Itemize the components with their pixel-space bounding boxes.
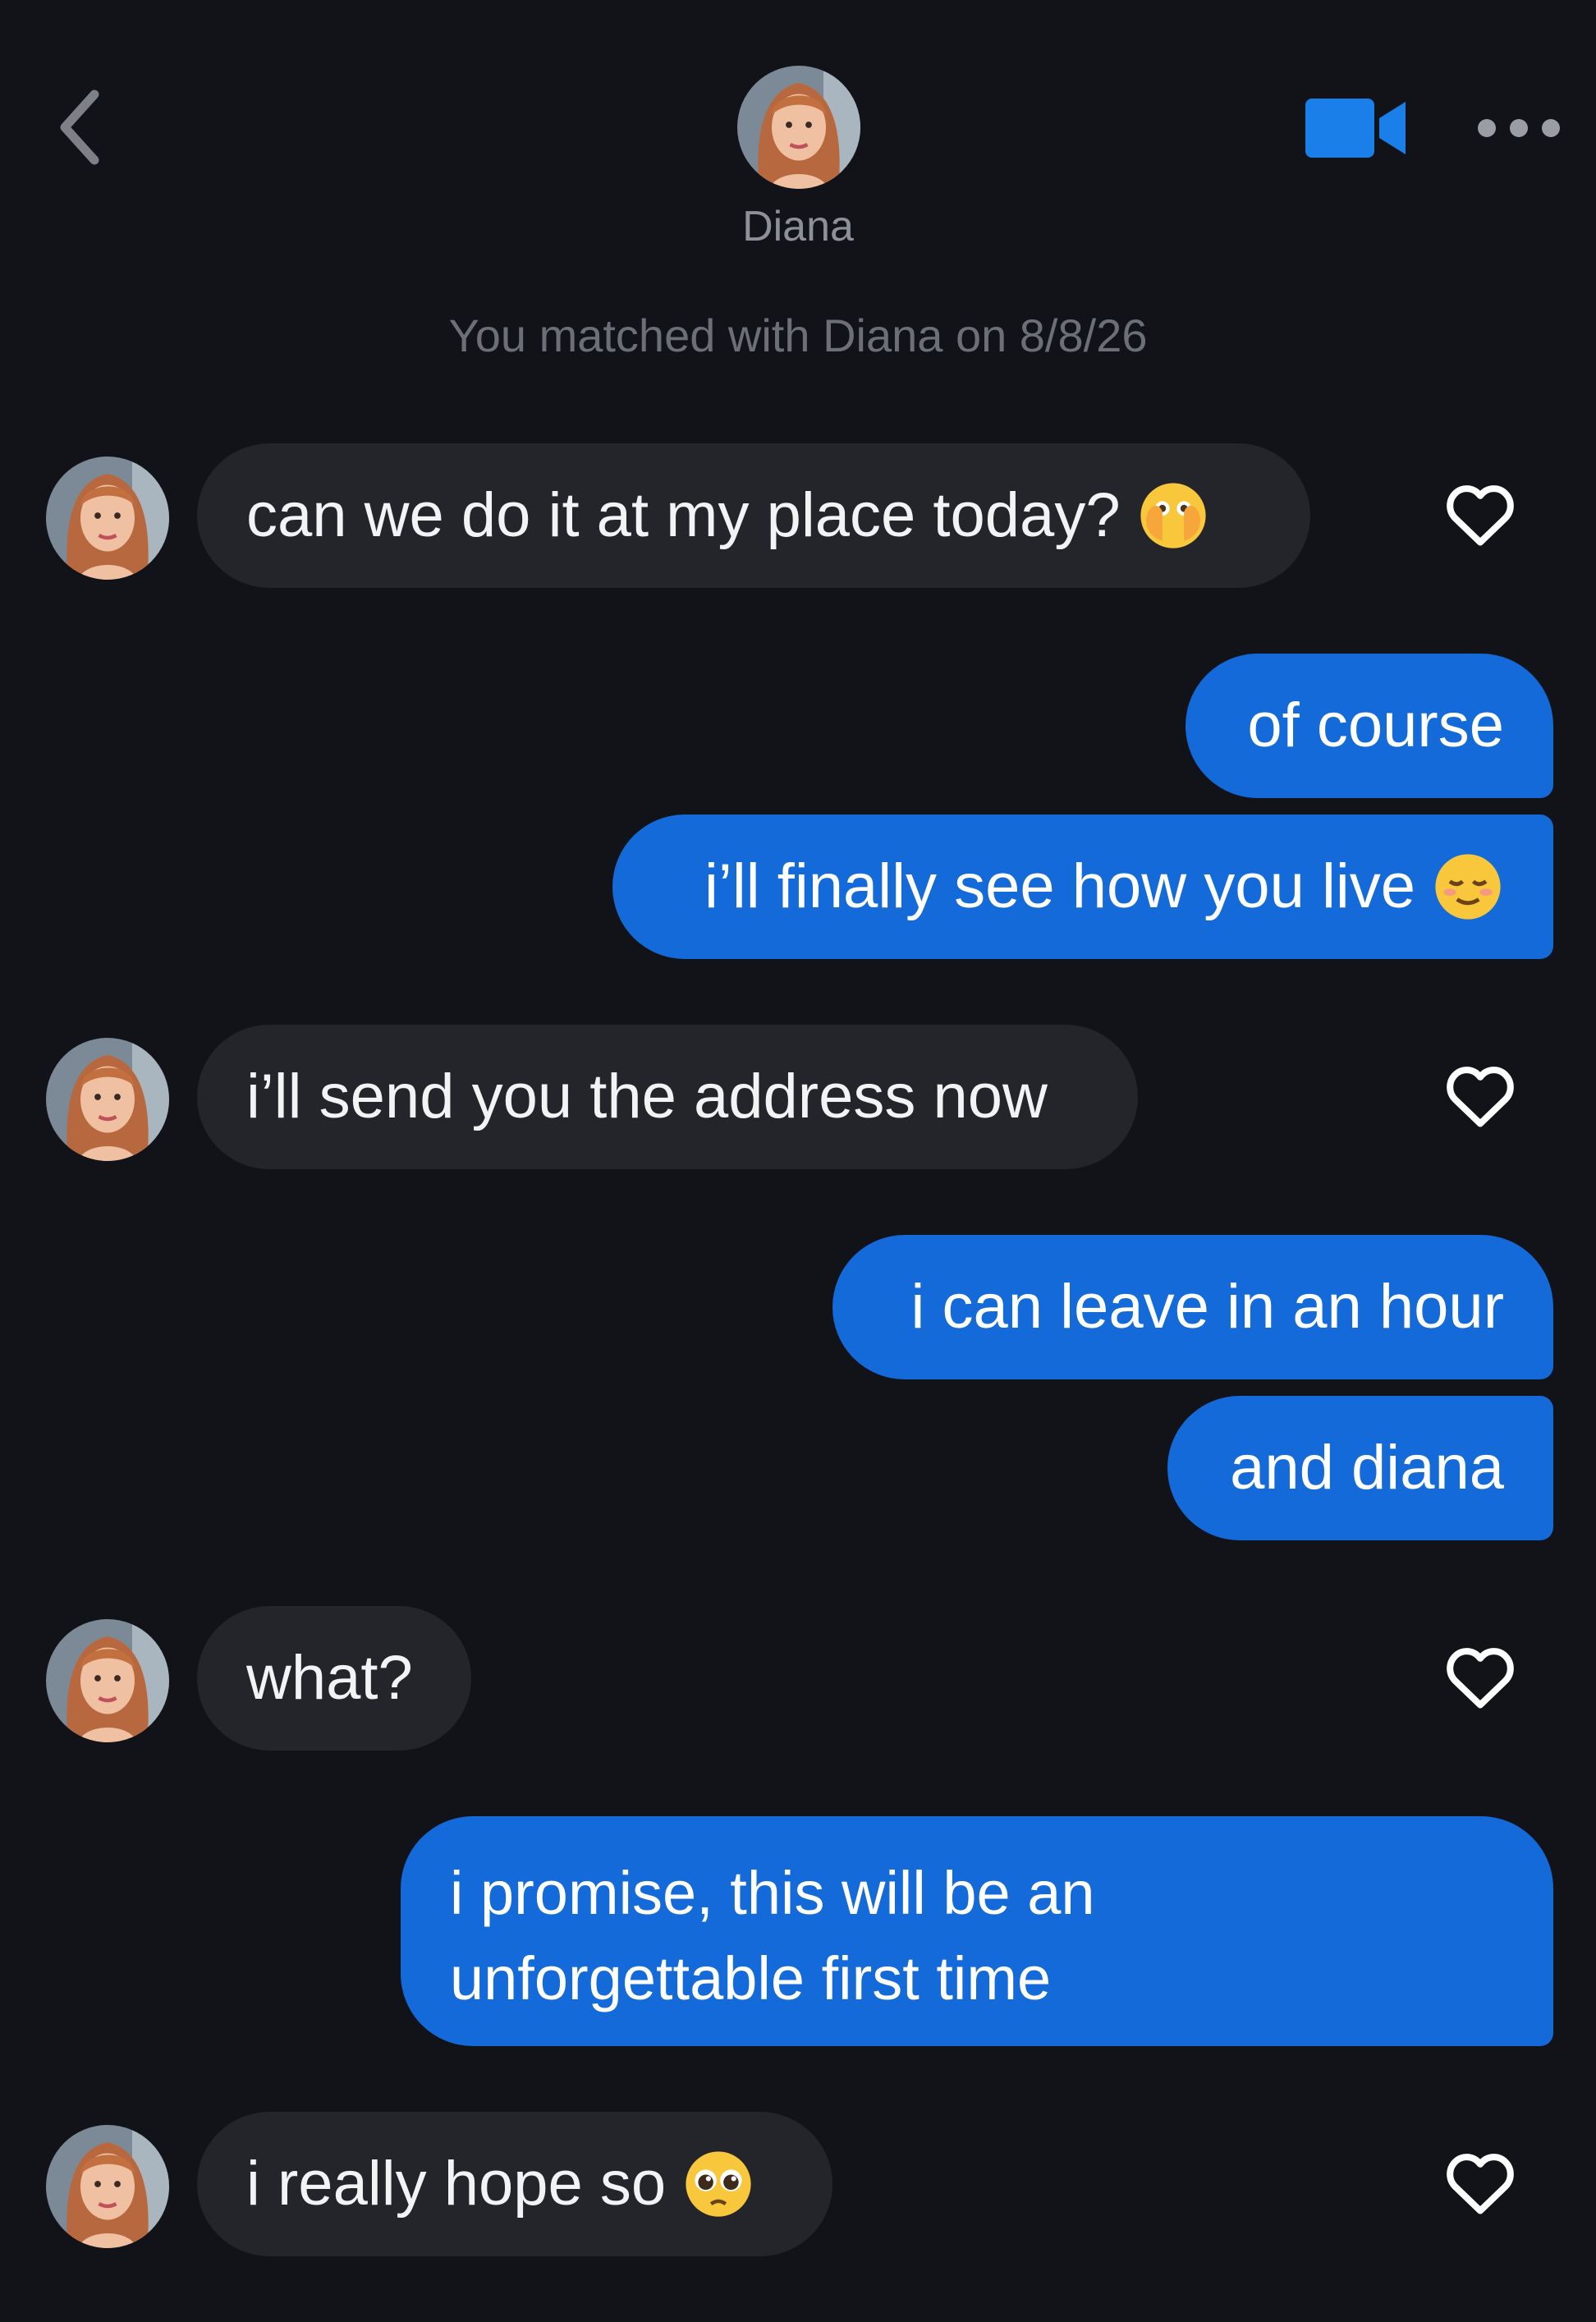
hand-over-mouth-emoji xyxy=(1140,483,1206,548)
sender-avatar[interactable] xyxy=(46,1038,169,1161)
match-notice: You matched with Diana on 8/8/26 xyxy=(448,310,1148,361)
video-call-button[interactable] xyxy=(1304,97,1407,159)
like-heart-icon[interactable] xyxy=(1443,1062,1517,1128)
like-heart-icon[interactable] xyxy=(1443,481,1517,547)
like-heart-icon[interactable] xyxy=(1443,1644,1517,1709)
outgoing-message[interactable]: i can leave in an hour xyxy=(832,1235,1553,1379)
sender-avatar[interactable] xyxy=(46,2125,169,2248)
incoming-message[interactable]: i’ll send you the address now xyxy=(197,1025,1138,1169)
outgoing-message[interactable]: of course xyxy=(1186,654,1553,798)
header-avatar[interactable] xyxy=(737,66,860,189)
incoming-message[interactable]: i really hope so xyxy=(197,2112,832,2256)
video-camera-icon xyxy=(1305,99,1406,158)
relieved-face-emoji xyxy=(1435,854,1501,920)
sender-avatar[interactable] xyxy=(46,1619,169,1742)
message-text: and diana xyxy=(1230,1433,1504,1503)
message-text: i’ll send you the address now xyxy=(246,1062,1048,1131)
incoming-message[interactable]: can we do it at my place today? xyxy=(197,443,1310,588)
sender-avatar[interactable] xyxy=(46,457,169,580)
chevron-left-icon xyxy=(60,89,99,165)
outgoing-message[interactable]: i promise, this will be an unforgettable… xyxy=(401,1816,1553,2046)
incoming-message[interactable]: what? xyxy=(197,1606,471,1751)
message-text: i promise, this will be an unforgettable… xyxy=(450,1859,1095,2012)
message-text: i really hope so xyxy=(246,2149,667,2219)
message-text: i’ll finally see how you live xyxy=(704,851,1415,921)
outgoing-message[interactable]: and diana xyxy=(1167,1396,1553,1540)
more-dots-icon xyxy=(1478,119,1496,137)
outgoing-message[interactable]: i’ll finally see how you live xyxy=(612,815,1553,959)
like-heart-icon[interactable] xyxy=(1443,2150,1517,2215)
message-text: what? xyxy=(246,1643,413,1713)
message-text: i can leave in an hour xyxy=(910,1272,1504,1342)
contact-name[interactable]: Diana xyxy=(675,202,921,251)
pleading-face-emoji xyxy=(686,2151,751,2217)
message-text: of course xyxy=(1247,691,1504,760)
more-options-button[interactable] xyxy=(1478,110,1560,146)
message-text: can we do it at my place today? xyxy=(246,480,1121,550)
back-button[interactable] xyxy=(51,82,108,172)
